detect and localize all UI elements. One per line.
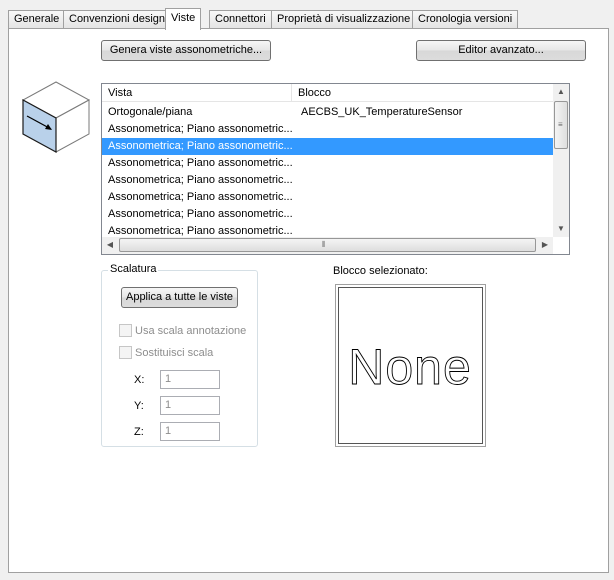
list-row[interactable]: Assonometrica; Piano assonometric... [102, 189, 561, 206]
row-view-cell: Assonometrica; Piano assonometric... [108, 208, 292, 220]
checkbox-label: Usa scala annotazione [135, 325, 247, 337]
scaling-group: Scalatura Applica a tutte le viste Usa s… [101, 263, 258, 447]
column-header-vista[interactable]: Vista [102, 84, 292, 102]
tab-connettori[interactable]: Connettori [209, 10, 272, 29]
row-view-cell: Assonometrica; Piano assonometric... [108, 191, 292, 203]
z-label: Z: [134, 426, 144, 438]
tab-generale[interactable]: Generale [8, 10, 66, 29]
list-row[interactable]: Assonometrica; Piano assonometric... [102, 206, 561, 223]
views-panel: Genera viste assonometriche... Editor av… [8, 28, 609, 573]
view-cube-icon [21, 81, 91, 154]
grip-icon: ≡ [558, 120, 563, 129]
checkbox-box [119, 324, 132, 337]
tab-viste[interactable]: Viste [165, 8, 202, 30]
row-view-cell: Assonometrica; Piano assonometric... [108, 123, 292, 135]
x-label: X: [134, 374, 145, 386]
list-rows: Ortogonale/piana AECBS_UK_TemperatureSen… [102, 104, 561, 240]
grip-icon: ⦀ [322, 240, 325, 249]
tab-strip: Generale Convenzioni design Viste Connet… [8, 8, 608, 30]
list-row[interactable]: Ortogonale/piana AECBS_UK_TemperatureSen… [102, 104, 561, 121]
list-header: Vista Blocco [102, 84, 561, 102]
apply-to-all-views-button[interactable]: Applica a tutte le viste [121, 287, 238, 308]
horizontal-scroll-thumb[interactable]: ⦀ [119, 238, 536, 252]
override-scale-checkbox[interactable]: Sostituisci scala [119, 346, 213, 360]
preview-canvas: None [338, 287, 483, 444]
x-scale-input[interactable]: 1 [160, 370, 220, 389]
tab-cronologia-versioni[interactable]: Cronologia versioni [412, 10, 519, 29]
z-scale-input[interactable]: 1 [160, 422, 220, 441]
use-annotation-scale-checkbox[interactable]: Usa scala annotazione [119, 324, 246, 338]
advanced-editor-button[interactable]: Editor avanzato... [416, 40, 586, 61]
scroll-right-arrow-icon[interactable]: ▶ [537, 237, 553, 253]
tab-proprieta-visualizzazione[interactable]: Proprietà di visualizzazione [271, 10, 417, 29]
scroll-down-arrow-icon[interactable]: ▼ [553, 221, 569, 237]
row-view-cell: Assonometrica; Piano assonometric... [108, 140, 292, 152]
horizontal-scrollbar[interactable]: ◀ ⦀ ▶ [102, 237, 553, 254]
vertical-scrollbar[interactable]: ▲ ≡ ▼ [553, 84, 569, 237]
scroll-left-arrow-icon[interactable]: ◀ [102, 237, 118, 253]
vertical-scroll-thumb[interactable]: ≡ [554, 101, 568, 149]
column-header-blocco[interactable]: Blocco [292, 84, 561, 102]
preview-graphic: None [348, 339, 472, 396]
list-row[interactable]: Assonometrica; Piano assonometric... [102, 172, 561, 189]
preview-text: None [348, 339, 472, 395]
list-row-selected[interactable]: Assonometrica; Piano assonometric... [102, 138, 561, 155]
tab-convenzioni-design[interactable]: Convenzioni design [63, 10, 172, 29]
checkbox-label: Sostituisci scala [135, 347, 214, 359]
row-block-cell: AECBS_UK_TemperatureSensor [301, 106, 463, 118]
views-list[interactable]: Vista Blocco Ortogonale/piana AECBS_UK_T… [101, 83, 570, 255]
y-scale-input[interactable]: 1 [160, 396, 220, 415]
scroll-up-arrow-icon[interactable]: ▲ [553, 84, 569, 100]
y-label: Y: [134, 400, 144, 412]
list-row[interactable]: Assonometrica; Piano assonometric... [102, 155, 561, 172]
selected-block-label: Blocco selezionato: [333, 265, 428, 277]
scaling-legend: Scalatura [108, 263, 159, 275]
checkbox-box [119, 346, 132, 359]
list-row[interactable]: Assonometrica; Piano assonometric... [102, 121, 561, 138]
generate-isometric-views-button[interactable]: Genera viste assonometriche... [101, 40, 271, 61]
row-view-cell: Assonometrica; Piano assonometric... [108, 174, 292, 186]
row-view-cell: Assonometrica; Piano assonometric... [108, 157, 292, 169]
row-view-cell: Ortogonale/piana [108, 106, 193, 118]
selected-block-preview: None [335, 284, 486, 447]
